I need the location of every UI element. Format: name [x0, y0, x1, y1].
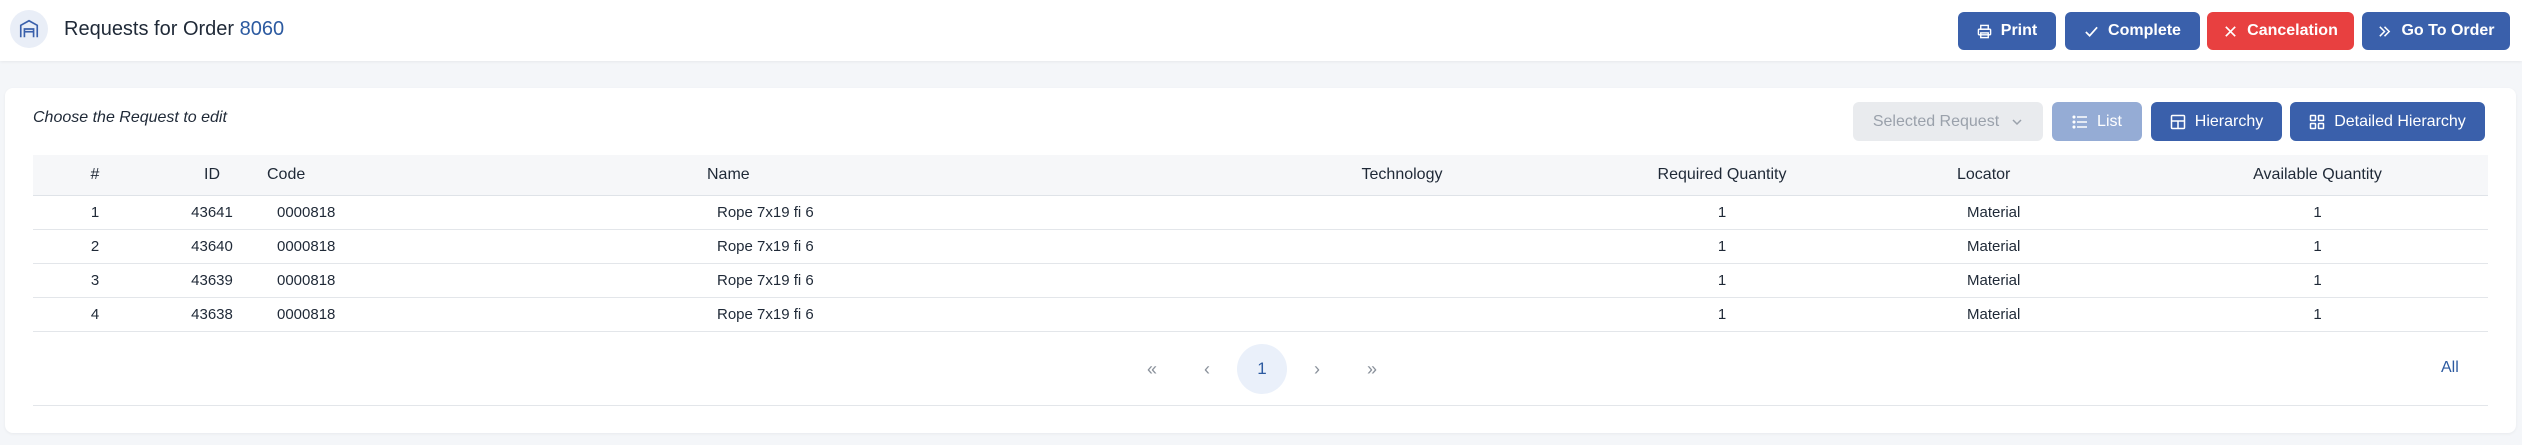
column-header-technology[interactable]: Technology — [1317, 155, 1487, 196]
card-heading: Choose the Request to edit — [33, 109, 227, 126]
cell-code: 0000818 — [267, 195, 707, 230]
chevron-down-icon — [2012, 118, 2022, 125]
table-header-row: # ID Code Name Technology Required Quant… — [33, 155, 2488, 196]
warehouse-icon — [10, 10, 48, 48]
cell-required-quantity: 1 — [1487, 297, 1957, 332]
print-button-label: Print — [2000, 22, 2038, 39]
cell-available-quantity: 1 — [2147, 297, 2488, 332]
table-row[interactable]: 4 43638 0000818 Rope 7x19 fi 6 1 Materia… — [33, 297, 2488, 332]
page-size-all-link[interactable]: All — [2441, 359, 2459, 377]
check-icon — [2085, 26, 2098, 37]
cell-technology — [1317, 297, 1487, 332]
divider — [33, 405, 2488, 406]
first-page-button[interactable]: « — [1127, 344, 1177, 394]
cell-id: 43641 — [157, 195, 267, 230]
cell-code: 0000818 — [267, 297, 707, 332]
page-title: Requests for Order 8060 — [64, 18, 284, 41]
page-button-current[interactable]: 1 — [1237, 344, 1287, 394]
cell-available-quantity: 1 — [2147, 195, 2488, 230]
cell-locator: Material — [1957, 229, 2147, 264]
order-number: 8060 — [239, 18, 285, 40]
cell-id: 43639 — [157, 263, 267, 298]
cell-locator: Material — [1957, 297, 2147, 332]
requests-table: # ID Code Name Technology Required Quant… — [33, 155, 2488, 332]
next-page-button[interactable]: › — [1292, 344, 1342, 394]
cell-num: 2 — [33, 229, 157, 264]
list-view-button[interactable]: List — [2052, 102, 2142, 141]
hierarchy-icon — [2170, 114, 2186, 129]
column-header-locator[interactable]: Locator — [1957, 155, 2147, 196]
pagination: « ‹ 1 › » All — [5, 344, 2516, 394]
cell-code: 0000818 — [267, 263, 707, 298]
cell-required-quantity: 1 — [1487, 195, 1957, 230]
cell-code: 0000818 — [267, 229, 707, 264]
detailed-hierarchy-view-label: Detailed Hierarchy — [2334, 112, 2466, 130]
cell-available-quantity: 1 — [2147, 263, 2488, 298]
detailed-hierarchy-view-button[interactable]: Detailed Hierarchy — [2290, 102, 2485, 141]
column-header-code[interactable]: Code — [267, 155, 707, 196]
go-to-order-button-label: Go To Order — [2401, 22, 2495, 39]
print-button[interactable]: Print — [1958, 12, 2056, 50]
cancelation-button-label: Cancelation — [2247, 22, 2338, 39]
last-page-button[interactable]: » — [1347, 344, 1397, 394]
list-view-label: List — [2097, 112, 2122, 130]
cell-technology — [1317, 229, 1487, 264]
cell-locator: Material — [1957, 195, 2147, 230]
cell-name: Rope 7x19 fi 6 — [707, 195, 1317, 230]
column-header-required-quantity[interactable]: Required Quantity — [1487, 155, 1957, 196]
column-header-name[interactable]: Name — [707, 155, 1317, 196]
page-header: Requests for Order 8060 Print Complete C… — [0, 0, 2522, 61]
cell-name: Rope 7x19 fi 6 — [707, 229, 1317, 264]
complete-button-label: Complete — [2108, 22, 2181, 39]
cell-required-quantity: 1 — [1487, 263, 1957, 298]
grid-icon — [2309, 114, 2325, 129]
cell-id: 43640 — [157, 229, 267, 264]
complete-button[interactable]: Complete — [2065, 12, 2200, 50]
page-title-prefix: Requests for Order — [64, 18, 235, 40]
cell-name: Rope 7x19 fi 6 — [707, 297, 1317, 332]
cell-id: 43638 — [157, 297, 267, 332]
prev-page-button[interactable]: ‹ — [1182, 344, 1232, 394]
column-header-id[interactable]: ID — [157, 155, 267, 196]
cell-num: 4 — [33, 297, 157, 332]
hierarchy-view-label: Hierarchy — [2194, 112, 2264, 130]
cancelation-button[interactable]: Cancelation — [2207, 12, 2354, 50]
list-icon — [2072, 114, 2088, 129]
table-row[interactable]: 2 43640 0000818 Rope 7x19 fi 6 1 Materia… — [33, 229, 2488, 264]
column-header-available-quantity[interactable]: Available Quantity — [2147, 155, 2488, 196]
selected-request-placeholder: Selected Request — [1872, 112, 2000, 130]
cell-name: Rope 7x19 fi 6 — [707, 263, 1317, 298]
cell-num: 1 — [33, 195, 157, 230]
close-icon — [2225, 25, 2236, 37]
cell-technology — [1317, 195, 1487, 230]
table-row[interactable]: 1 43641 0000818 Rope 7x19 fi 6 1 Materia… — [33, 195, 2488, 230]
cell-num: 3 — [33, 263, 157, 298]
table-row[interactable]: 3 43639 0000818 Rope 7x19 fi 6 1 Materia… — [33, 263, 2488, 298]
column-header-num[interactable]: # — [33, 155, 157, 196]
cell-available-quantity: 1 — [2147, 229, 2488, 264]
cell-technology — [1317, 263, 1487, 298]
go-to-order-button[interactable]: Go To Order — [2362, 12, 2510, 50]
printer-icon — [1977, 24, 1992, 38]
hierarchy-view-button[interactable]: Hierarchy — [2151, 102, 2282, 141]
selected-request-dropdown[interactable]: Selected Request — [1853, 102, 2043, 141]
requests-card: Choose the Request to edit Selected Requ… — [5, 88, 2516, 433]
double-chevron-right-icon — [2379, 25, 2391, 37]
cell-locator: Material — [1957, 263, 2147, 298]
cell-required-quantity: 1 — [1487, 229, 1957, 264]
